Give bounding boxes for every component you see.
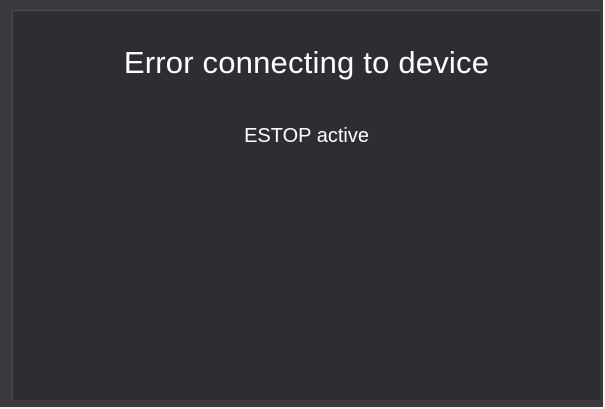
error-title: Error connecting to device — [123, 45, 490, 80]
error-dialog: Error connecting to device ESTOP active — [0, 0, 605, 409]
error-message: ESTOP active — [244, 125, 369, 147]
error-panel: Error connecting to device ESTOP active — [12, 10, 600, 400]
